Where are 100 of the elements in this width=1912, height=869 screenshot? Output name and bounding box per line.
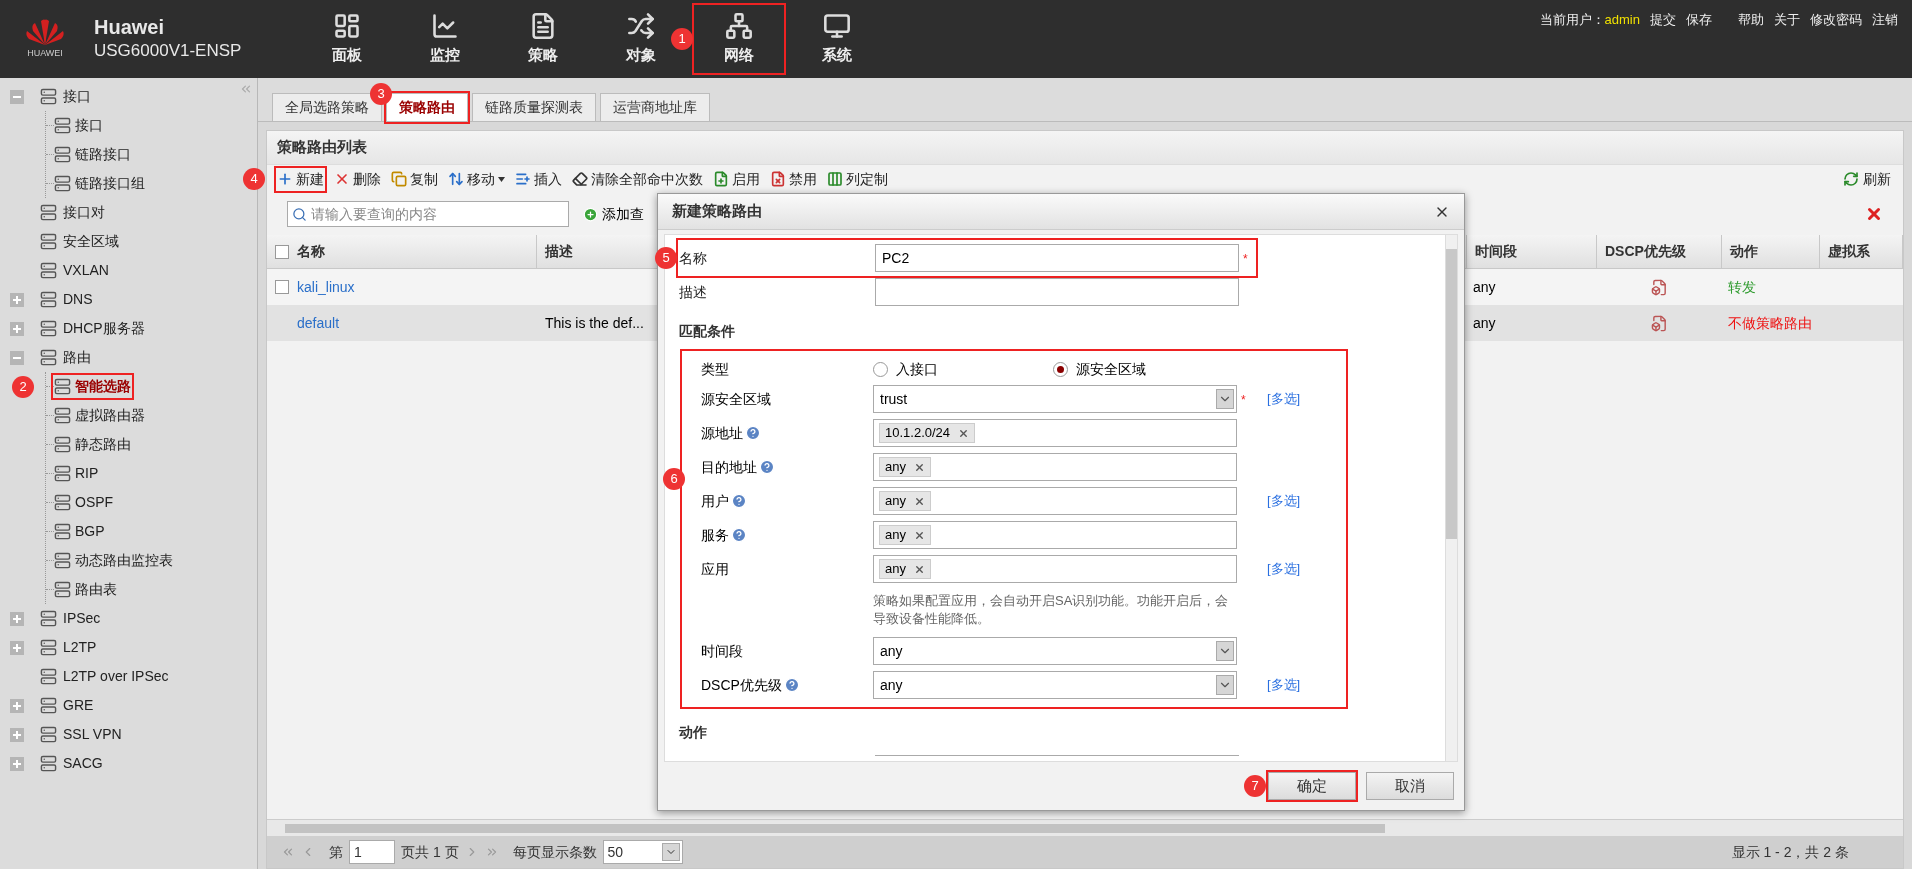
- select-field[interactable]: any: [873, 637, 1237, 665]
- checkbox[interactable]: [275, 244, 289, 259]
- multi-select-link[interactable]: [多选]: [1267, 491, 1301, 511]
- help-icon[interactable]: [759, 459, 775, 475]
- tree-item[interactable]: 安全区域: [63, 231, 119, 252]
- toolbar-button[interactable]: 列定制: [827, 168, 888, 190]
- tree-item[interactable]: 路由: [63, 347, 91, 368]
- select-field[interactable]: any: [873, 671, 1237, 699]
- page-size-select[interactable]: 50: [602, 840, 683, 864]
- tree-item[interactable]: 接口: [75, 115, 103, 136]
- tree-item[interactable]: 链路接口: [75, 144, 131, 165]
- tree-item[interactable]: 接口对: [63, 202, 105, 223]
- nav-tab[interactable]: 系统: [793, 6, 881, 72]
- plus-icon[interactable]: [10, 756, 24, 771]
- tab[interactable]: 运营商地址库: [600, 93, 710, 121]
- nav-tab[interactable]: 监控: [401, 6, 489, 72]
- plus-icon[interactable]: [10, 727, 24, 742]
- nav-tab[interactable]: 网络: [695, 6, 783, 72]
- radio-option[interactable]: 源安全区域: [1053, 358, 1233, 380]
- add-query-button[interactable]: 添加查: [583, 203, 644, 225]
- header-link[interactable]: 保存: [1686, 10, 1712, 30]
- horizontal-scrollbar[interactable]: [267, 819, 1903, 836]
- dialog-button[interactable]: 取消: [1366, 772, 1454, 800]
- toolbar-button[interactable]: 启用: [713, 168, 760, 190]
- name-field[interactable]: PC2: [875, 244, 1239, 272]
- scrollbar[interactable]: [1445, 235, 1457, 761]
- tree-item[interactable]: L2TP over IPSec: [63, 666, 169, 687]
- toolbar-button[interactable]: 新建: [277, 168, 324, 190]
- nav-tab[interactable]: 面板: [303, 6, 391, 72]
- header-link[interactable]: 关于: [1774, 10, 1800, 30]
- remove-icon[interactable]: [913, 563, 925, 575]
- tab[interactable]: 链路质量探测表: [472, 93, 596, 121]
- help-icon[interactable]: [731, 493, 747, 509]
- row-link[interactable]: kali_linux: [297, 276, 355, 298]
- tree-item[interactable]: OSPF: [75, 492, 114, 513]
- radio-option[interactable]: 入接口: [873, 358, 1053, 380]
- remove-icon[interactable]: [913, 461, 925, 473]
- toolbar-button[interactable]: 移动: [448, 168, 505, 190]
- tree-item[interactable]: BGP: [75, 521, 105, 542]
- minus-icon[interactable]: [10, 89, 24, 104]
- plus-icon[interactable]: [10, 698, 24, 713]
- tree-item[interactable]: DNS: [63, 289, 93, 310]
- tree-item[interactable]: GRE: [63, 695, 94, 716]
- multi-select-link[interactable]: [多选]: [1267, 559, 1301, 579]
- header-link[interactable]: 提交: [1650, 10, 1676, 30]
- document-icon[interactable]: [1651, 278, 1668, 296]
- minus-icon[interactable]: [10, 350, 24, 365]
- header-link[interactable]: 注销: [1872, 10, 1898, 30]
- toolbar-button[interactable]: 清除全部命中次数: [572, 168, 703, 190]
- header-link[interactable]: 帮助: [1738, 10, 1764, 30]
- tree-item[interactable]: 链路接口组: [75, 173, 145, 194]
- tree-item[interactable]: L2TP: [63, 637, 97, 658]
- toolbar-button[interactable]: 插入: [515, 168, 562, 190]
- toolbar-button[interactable]: 删除: [334, 168, 381, 190]
- tree-item[interactable]: 静态路由: [75, 434, 131, 455]
- dialog-button[interactable]: 确定: [1268, 772, 1356, 800]
- help-icon[interactable]: [783, 677, 800, 693]
- tree-item[interactable]: 智能选路: [75, 376, 131, 397]
- multi-select-link[interactable]: [多选]: [1267, 389, 1301, 409]
- help-icon[interactable]: [731, 527, 747, 543]
- plus-icon[interactable]: [10, 640, 24, 655]
- column-header[interactable]: DSCP优先级: [1597, 235, 1722, 269]
- column-header[interactable]: 虚拟系: [1820, 235, 1903, 269]
- description-field[interactable]: [875, 278, 1239, 306]
- remove-icon[interactable]: [958, 427, 970, 439]
- toolbar-button[interactable]: 复制: [391, 168, 438, 190]
- tree-item[interactable]: RIP: [75, 463, 99, 484]
- tree-item[interactable]: SACG: [63, 753, 103, 774]
- select-field[interactable]: trust: [873, 385, 1237, 413]
- plus-icon[interactable]: [10, 292, 24, 307]
- tree-item[interactable]: 动态路由监控表: [75, 550, 173, 571]
- column-header[interactable]: 动作: [1722, 235, 1820, 269]
- document-icon[interactable]: [1651, 314, 1668, 332]
- plus-icon[interactable]: [10, 321, 24, 336]
- tree-item[interactable]: IPSec: [63, 608, 101, 629]
- clear-icon[interactable]: [1865, 205, 1883, 223]
- toolbar-button[interactable]: 禁用: [770, 168, 817, 190]
- row-link[interactable]: default: [297, 312, 340, 334]
- tree-item[interactable]: 虚拟路由器: [75, 405, 145, 426]
- remove-icon[interactable]: [913, 529, 925, 541]
- tree-item[interactable]: 路由表: [75, 579, 117, 600]
- refresh-button[interactable]: 刷新: [1843, 168, 1891, 190]
- tree-item[interactable]: VXLAN: [63, 260, 109, 281]
- first-page-icon[interactable]: [281, 845, 295, 859]
- column-header[interactable]: 时间段: [1467, 235, 1597, 269]
- multi-select-link[interactable]: [多选]: [1267, 675, 1301, 695]
- tab[interactable]: 策略路由: [386, 93, 468, 121]
- collapse-icon[interactable]: [239, 82, 253, 96]
- tree-item[interactable]: DHCP服务器: [63, 318, 145, 339]
- tree-item[interactable]: SSL VPN: [63, 724, 122, 745]
- column-header[interactable]: 名称: [267, 235, 537, 269]
- search-field[interactable]: 请输入要查询的内容: [287, 201, 569, 227]
- page-field[interactable]: 1: [349, 840, 395, 864]
- checkbox[interactable]: [275, 280, 289, 294]
- header-link[interactable]: 修改密码: [1810, 10, 1862, 30]
- help-icon[interactable]: [745, 425, 761, 441]
- tree-item[interactable]: 接口: [63, 86, 91, 107]
- plus-icon[interactable]: [10, 611, 24, 626]
- remove-icon[interactable]: [913, 495, 925, 507]
- nav-tab[interactable]: 策略: [499, 6, 587, 72]
